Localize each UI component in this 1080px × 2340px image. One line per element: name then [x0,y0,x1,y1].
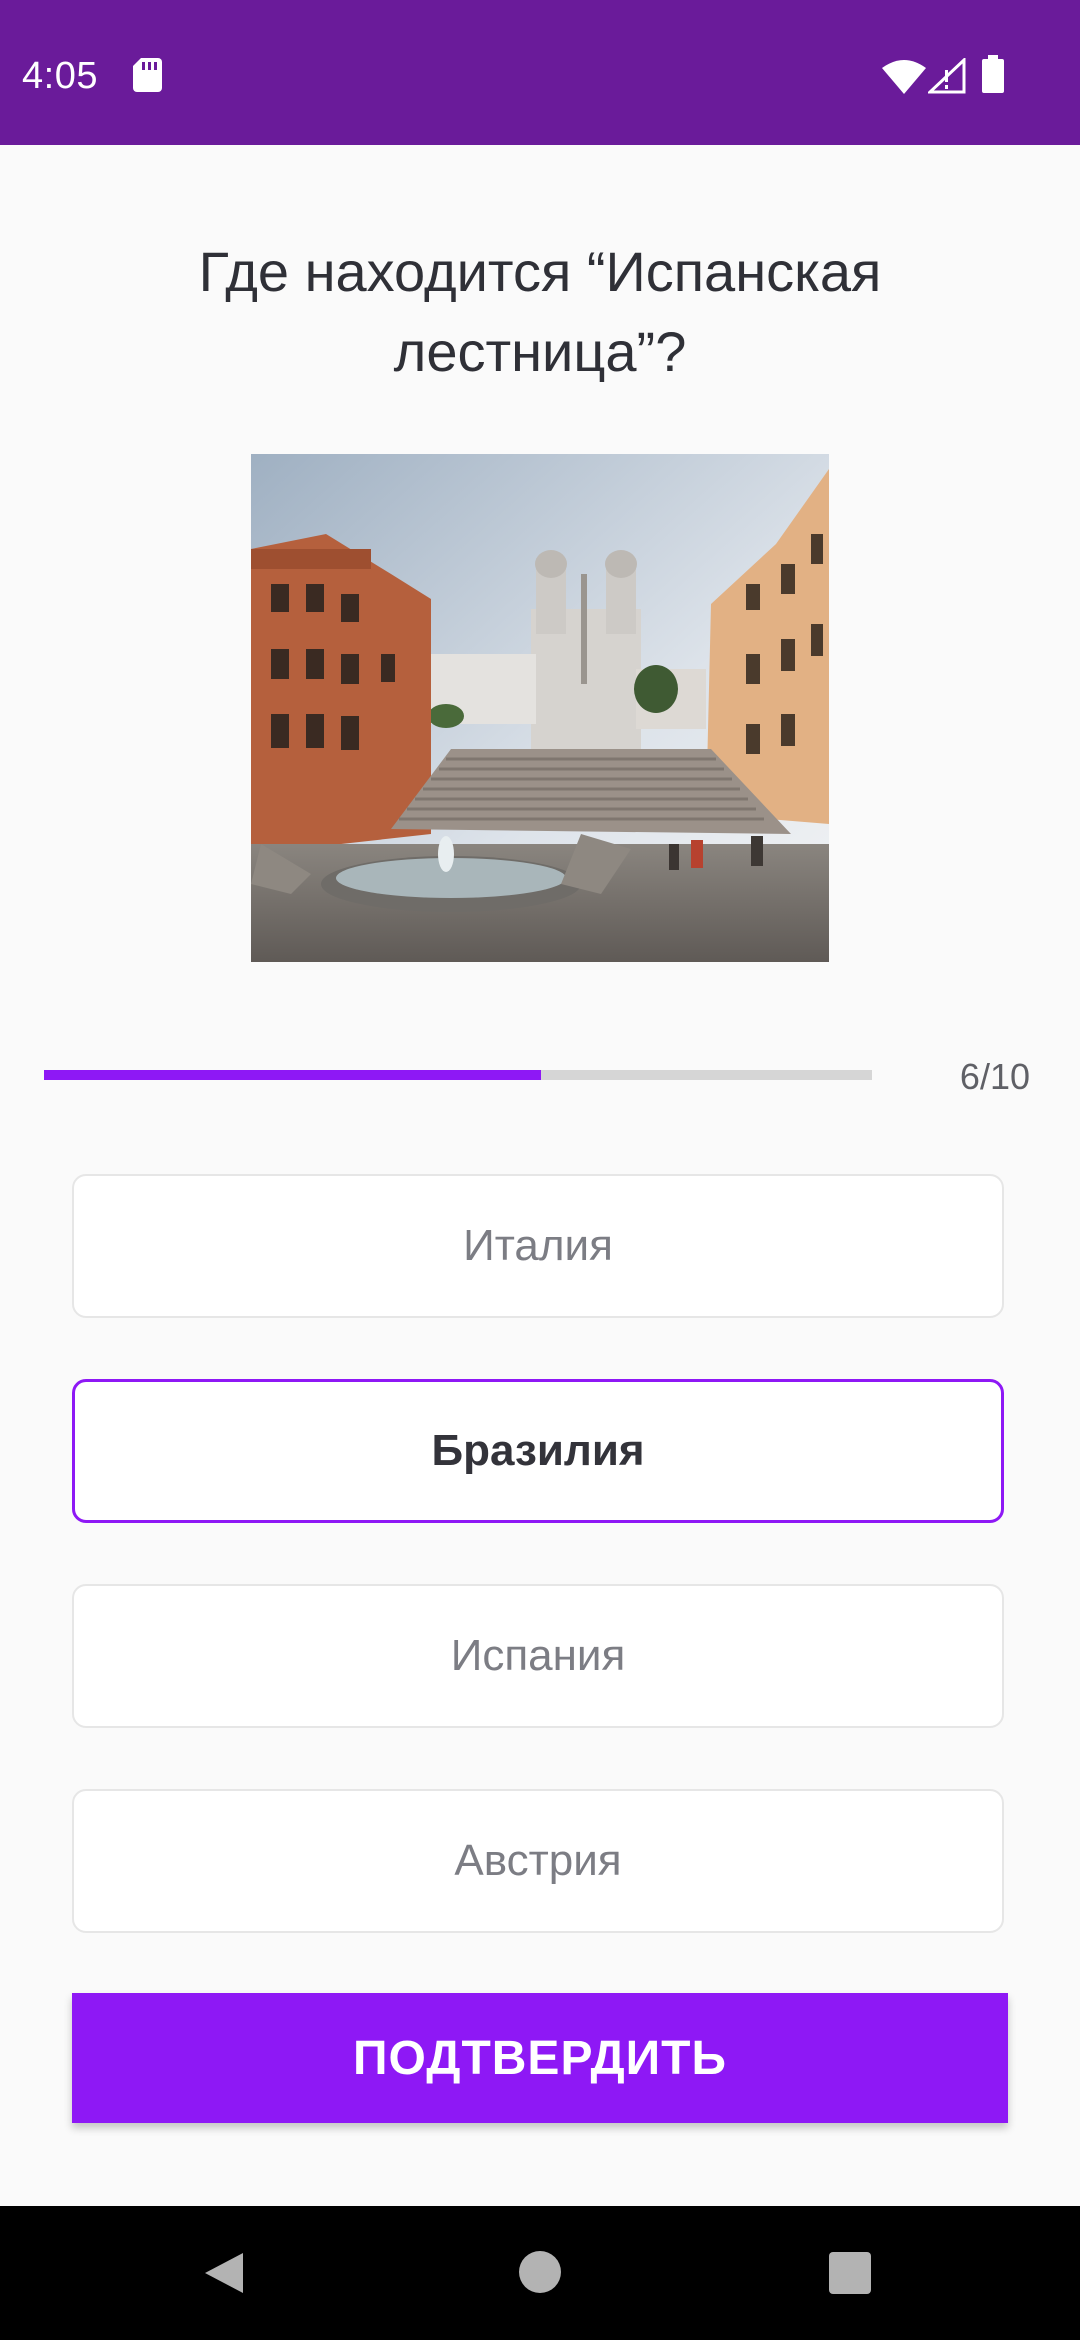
answer-option-austria[interactable]: Австрия [72,1789,1004,1933]
status-bar: 4:05 [0,0,1080,145]
landmark-image [251,454,829,962]
progress-text: 6/10 [959,1056,1030,1097]
recent-apps-icon[interactable] [829,2252,871,2294]
signal-icon [928,58,966,94]
question-title: Где находится “Испанская лестница”? [90,232,990,392]
answer-option-label: Австрия [454,1836,622,1885]
progress-bar [44,1070,872,1080]
status-time: 4:05 [22,55,98,97]
question-line-2: лестница”? [393,320,687,383]
sd-card-icon [133,58,162,92]
back-icon[interactable] [203,2251,247,2295]
confirm-button[interactable]: ПОДТВЕРДИТЬ [72,1993,1008,2123]
wifi-icon [882,60,926,94]
answer-option-brazil[interactable]: Бразилия [72,1379,1004,1523]
answer-option-spain[interactable]: Испания [72,1584,1004,1728]
battery-icon [982,55,1004,93]
answer-option-label: Испания [450,1631,626,1680]
navigation-bar [0,2206,1080,2340]
landmark-photo [251,454,829,962]
answer-option-label: Италия [463,1221,613,1270]
home-icon[interactable] [519,2251,561,2293]
question-line-1: Где находится “Испанская [198,240,882,303]
progress-bar-fill [44,1070,541,1080]
answer-option-italy[interactable]: Италия [72,1174,1004,1318]
answer-option-label: Бразилия [431,1426,645,1475]
